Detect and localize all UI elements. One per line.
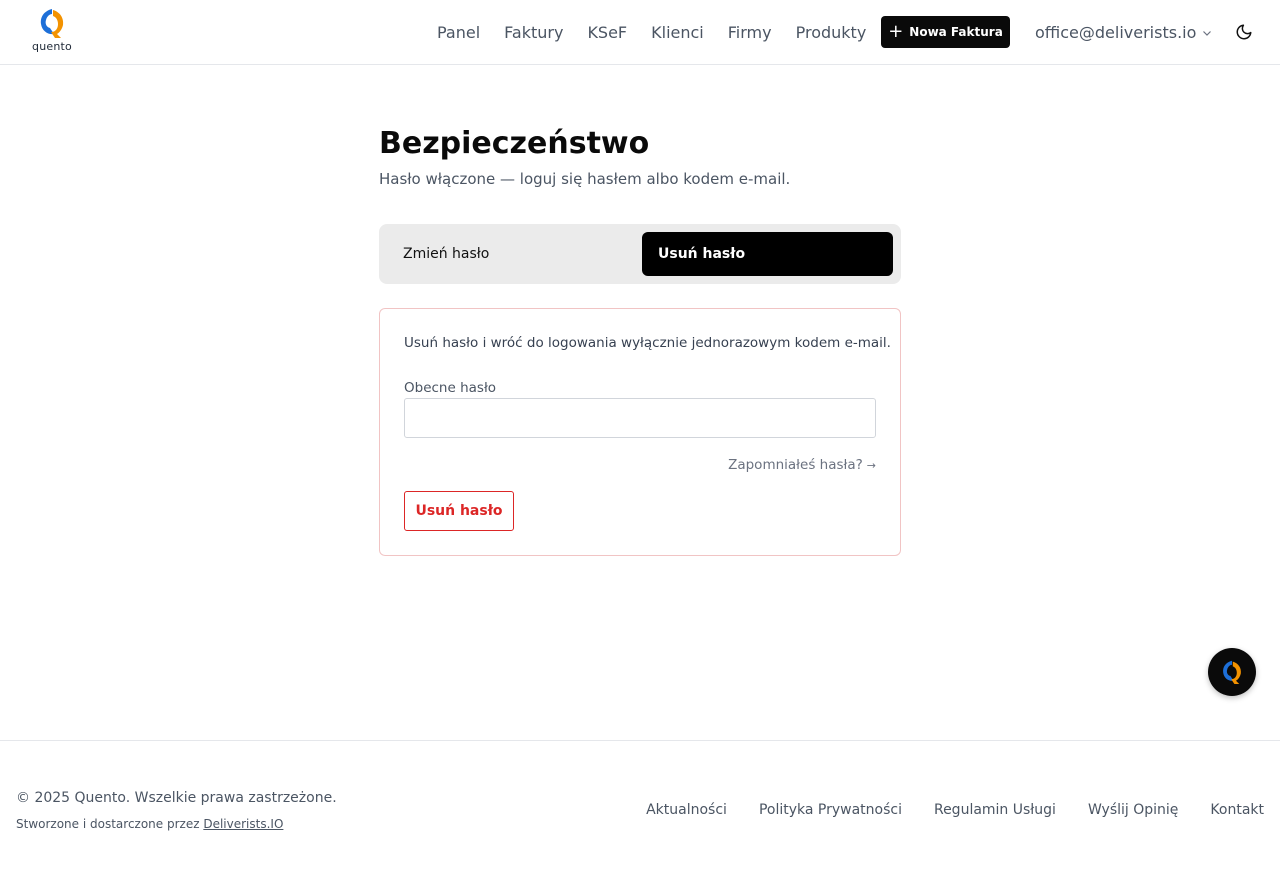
current-password-input[interactable] (404, 398, 876, 438)
theme-toggle-button[interactable] (1232, 20, 1256, 44)
quento-logo[interactable]: quento (30, 7, 74, 55)
forgot-password-link[interactable]: Zapomniałeś hasła? → (728, 457, 876, 473)
security-tabs: Zmień hasło Usuń hasło (379, 224, 901, 284)
plus-icon: + (888, 21, 904, 42)
nav-faktury[interactable]: Faktury (504, 23, 563, 42)
assistant-button[interactable] (1208, 648, 1256, 696)
arrow-right-icon: → (866, 459, 876, 472)
footer-link-news[interactable]: Aktualności (646, 802, 727, 818)
copyright-text: © 2025 Quento. Wszelkie prawa zastrzeżon… (16, 790, 337, 806)
main-nav: Panel Faktury KSeF Klienci Firmy Produkt… (437, 0, 890, 64)
top-navbar: quento Panel Faktury KSeF Klienci Firmy … (0, 0, 1280, 65)
footer-link-feedback[interactable]: Wyślij Opinię (1088, 802, 1178, 818)
footer-links: Aktualności Polityka Prywatności Regulam… (614, 802, 1264, 818)
new-invoice-label: Nowa Faktura (909, 25, 1003, 39)
nav-klienci[interactable]: Klienci (651, 23, 704, 42)
credits-link[interactable]: Deliverists.IO (203, 817, 283, 831)
footer: © 2025 Quento. Wszelkie prawa zastrzeżon… (0, 740, 1280, 881)
page-subtitle: Hasło włączone — loguj się hasłem albo k… (379, 170, 791, 188)
logo-text: quento (32, 40, 72, 53)
nav-ksef[interactable]: KSeF (587, 23, 627, 42)
footer-link-contact[interactable]: Kontakt (1210, 802, 1264, 818)
current-password-label: Obecne hasło (404, 380, 497, 396)
page-title: Bezpieczeństwo (379, 126, 650, 161)
moon-icon (1236, 24, 1252, 40)
account-email: office@deliverists.io (1035, 22, 1197, 42)
forgot-password-label: Zapomniałeś hasła? (728, 457, 863, 473)
footer-link-privacy[interactable]: Polityka Prywatności (759, 802, 902, 818)
quento-logo-icon (40, 9, 64, 38)
nav-produkty[interactable]: Produkty (796, 23, 867, 42)
chevron-down-icon (1202, 23, 1212, 42)
quento-logo-icon (1223, 660, 1241, 684)
remove-password-card: Usuń hasło i wróć do logowania wyłącznie… (379, 308, 901, 556)
credits-text: Stworzone i dostarczone przez Deliverist… (16, 817, 283, 831)
footer-link-terms[interactable]: Regulamin Usługi (934, 802, 1056, 818)
credits-prefix: Stworzone i dostarczone przez (16, 817, 200, 831)
new-invoice-button[interactable]: + Nowa Faktura (881, 16, 1010, 48)
nav-firmy[interactable]: Firmy (728, 23, 772, 42)
remove-password-button[interactable]: Usuń hasło (404, 491, 514, 531)
account-menu[interactable]: office@deliverists.io (1035, 20, 1212, 44)
tab-change-password[interactable]: Zmień hasło (387, 232, 637, 276)
tab-remove-password[interactable]: Usuń hasło (642, 232, 893, 276)
card-description: Usuń hasło i wróć do logowania wyłącznie… (404, 335, 891, 351)
nav-panel[interactable]: Panel (437, 23, 480, 42)
